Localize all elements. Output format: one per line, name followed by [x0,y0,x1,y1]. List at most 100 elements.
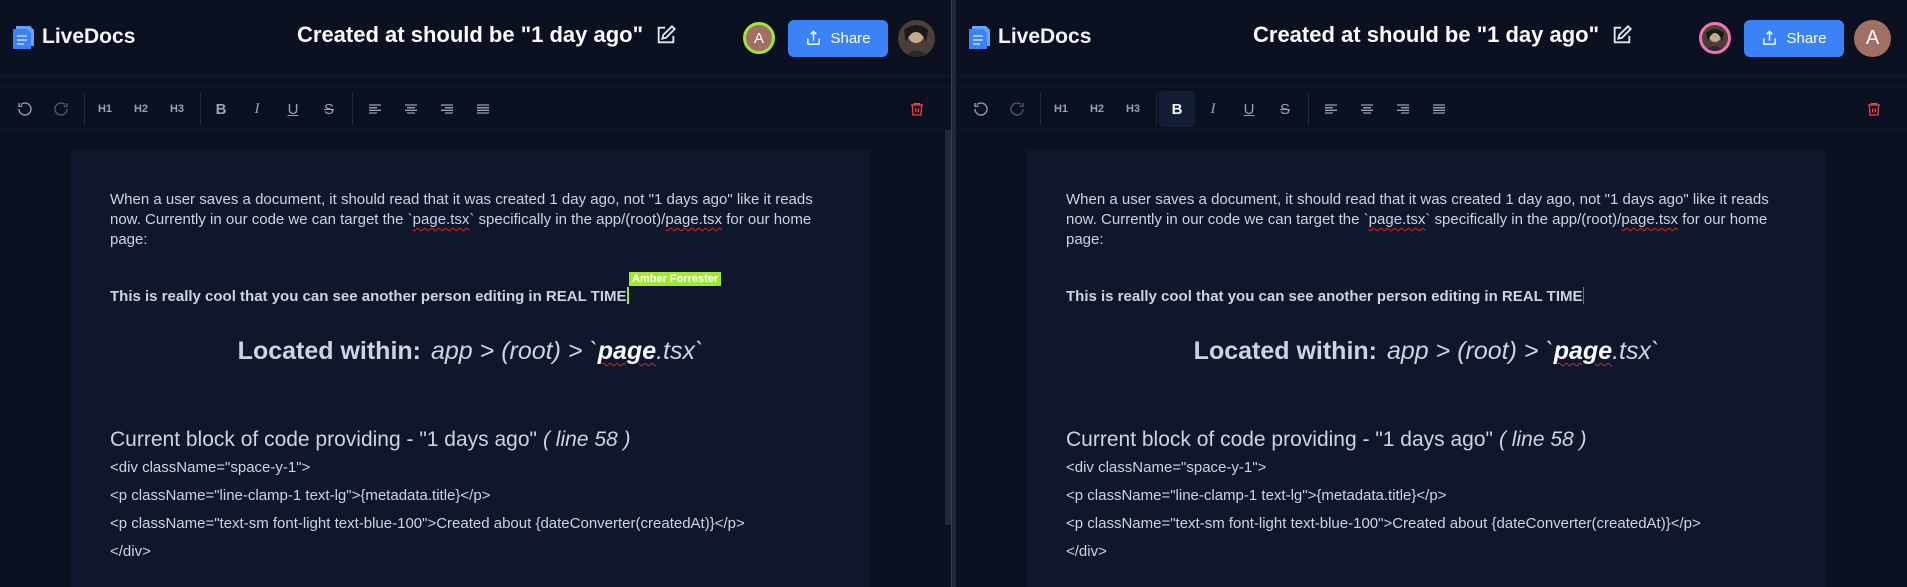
code-line[interactable]: </div> [1066,543,1107,560]
text-caret [1582,287,1584,304]
code-line[interactable]: </div> [110,543,151,560]
header: LiveDocs Created at should be "1 day ago… [0,0,951,76]
delete-document-button[interactable] [899,91,935,127]
code-line[interactable]: <p className="text-sm font-light text-bl… [110,515,745,532]
collaborator-photo-icon [1705,29,1725,51]
heading-1-button[interactable]: H1 [1043,91,1079,127]
align-center-button[interactable] [393,91,429,127]
align-center-button[interactable] [1349,91,1385,127]
share-icon [1763,30,1777,45]
code-line[interactable]: <p className="text-sm font-light text-bl… [1066,515,1701,532]
redo-icon [1010,102,1024,116]
strikethrough-button[interactable]: S [311,91,347,127]
code-line[interactable]: <div className="space-y-1"> [110,459,310,476]
collaborator-caret [626,287,629,304]
scrollbar[interactable] [945,130,951,525]
paragraph-filename: page.tsx [412,211,470,228]
path-page: page [1553,337,1613,365]
paragraph-filename: page.tsx [1368,211,1426,228]
undo-button[interactable] [963,91,999,127]
intro-paragraph[interactable]: When a user saves a document, it should … [110,190,830,250]
doc-title-area: Created at should be "1 day ago" [297,22,677,48]
align-right-icon [441,104,453,114]
align-center-icon [1361,104,1373,114]
heading-2-button[interactable]: H2 [1079,91,1115,127]
intro-paragraph[interactable]: When a user saves a document, it should … [1066,190,1786,250]
app-name: LiveDocs [998,25,1092,48]
editor-page[interactable]: When a user saves a document, it should … [1027,150,1826,587]
toolbar-divider [352,93,353,125]
undo-icon [18,102,32,116]
doc-title[interactable]: Created at should be "1 day ago" [297,22,643,48]
paragraph-filename: page.tsx [1621,211,1679,228]
align-right-button[interactable] [1385,91,1421,127]
right-window: LiveDocs Created at should be "1 day ago… [956,0,1907,587]
toolbar-divider [200,93,201,125]
code-heading[interactable]: Current block of code providing - "1 day… [1066,428,1587,452]
editor-page[interactable]: When a user saves a document, it should … [71,150,870,587]
edit-icon[interactable] [1611,24,1633,46]
heading-3-button[interactable]: H3 [159,91,195,127]
app-name: LiveDocs [42,25,136,48]
undo-button[interactable] [7,91,43,127]
code-heading-line: ( line 58 ) [542,428,631,451]
collaborator-initial: A [753,29,764,47]
split-screen: LiveDocs Created at should be "1 day ago… [0,0,1907,587]
paragraph-filename: page.tsx [665,211,723,228]
share-button[interactable]: Share [1744,20,1844,57]
bold-text: This is really cool that you can see ano… [1066,288,1583,305]
align-right-icon [1397,104,1409,114]
logo[interactable]: LiveDocs [966,24,1091,50]
trash-icon [911,103,923,116]
located-label: Located within: [1193,337,1377,365]
heading-1-button[interactable]: H1 [87,91,123,127]
doc-title-area: Created at should be "1 day ago" [1253,22,1633,48]
code-heading-text: Current block of code providing - "1 day… [110,428,537,451]
align-left-icon [1325,104,1337,114]
italic-button[interactable]: I [1195,91,1231,127]
align-justify-button[interactable] [1421,91,1457,127]
heading-2-button[interactable]: H2 [123,91,159,127]
user-avatar[interactable] [898,20,935,57]
share-button[interactable]: Share [788,20,888,57]
formatting-toolbar: H1 H2 H3 B I U S [0,86,951,130]
path-segment: app > (root) > ` [1387,337,1554,365]
align-right-button[interactable] [429,91,465,127]
heading-3-button[interactable]: H3 [1115,91,1151,127]
toolbar-divider [1308,93,1309,125]
doc-title[interactable]: Created at should be "1 day ago" [1253,22,1599,48]
code-line[interactable]: <div className="space-y-1"> [1066,459,1266,476]
located-heading[interactable]: Located within: app > (root) > `page.tsx` [1027,337,1826,366]
align-justify-button[interactable] [465,91,501,127]
path-segment: .tsx` [656,337,704,365]
bold-button[interactable]: B [203,91,239,127]
code-line[interactable]: <p className="line-clamp-1 text-lg">{met… [110,487,490,504]
bold-paragraph[interactable]: This is really cool that you can see ano… [1066,287,1584,305]
collaborator-cursor-label: Amber Forrester [629,272,722,286]
located-path: app > (root) > `page.tsx` [431,337,703,365]
underline-button[interactable]: U [275,91,311,127]
align-left-button[interactable] [1313,91,1349,127]
code-line[interactable]: <p className="line-clamp-1 text-lg">{met… [1066,487,1446,504]
logo[interactable]: LiveDocs [10,24,135,50]
located-heading[interactable]: Located within: app > (root) > `page.tsx` [71,337,870,366]
underline-button[interactable]: U [1231,91,1267,127]
bold-button[interactable]: B [1159,91,1195,127]
bold-paragraph[interactable]: This is really cool that you can see ano… [110,287,629,305]
code-heading-line: ( line 58 ) [1498,428,1587,451]
strikethrough-button[interactable]: S [1267,91,1303,127]
header: LiveDocs Created at should be "1 day ago… [956,0,1907,76]
share-label: Share [1786,30,1827,47]
align-left-button[interactable] [357,91,393,127]
italic-button[interactable]: I [239,91,275,127]
delete-document-button[interactable] [1856,91,1892,127]
edit-icon[interactable] [655,24,677,46]
path-segment: app > (root) > ` [431,337,598,365]
redo-button[interactable] [999,91,1035,127]
redo-button[interactable] [43,91,79,127]
code-heading[interactable]: Current block of code providing - "1 day… [110,428,631,452]
collaborator-avatar [1699,22,1731,54]
document-logo-icon [13,26,34,49]
path-page: page [597,337,657,365]
user-avatar[interactable]: A [1854,20,1891,57]
